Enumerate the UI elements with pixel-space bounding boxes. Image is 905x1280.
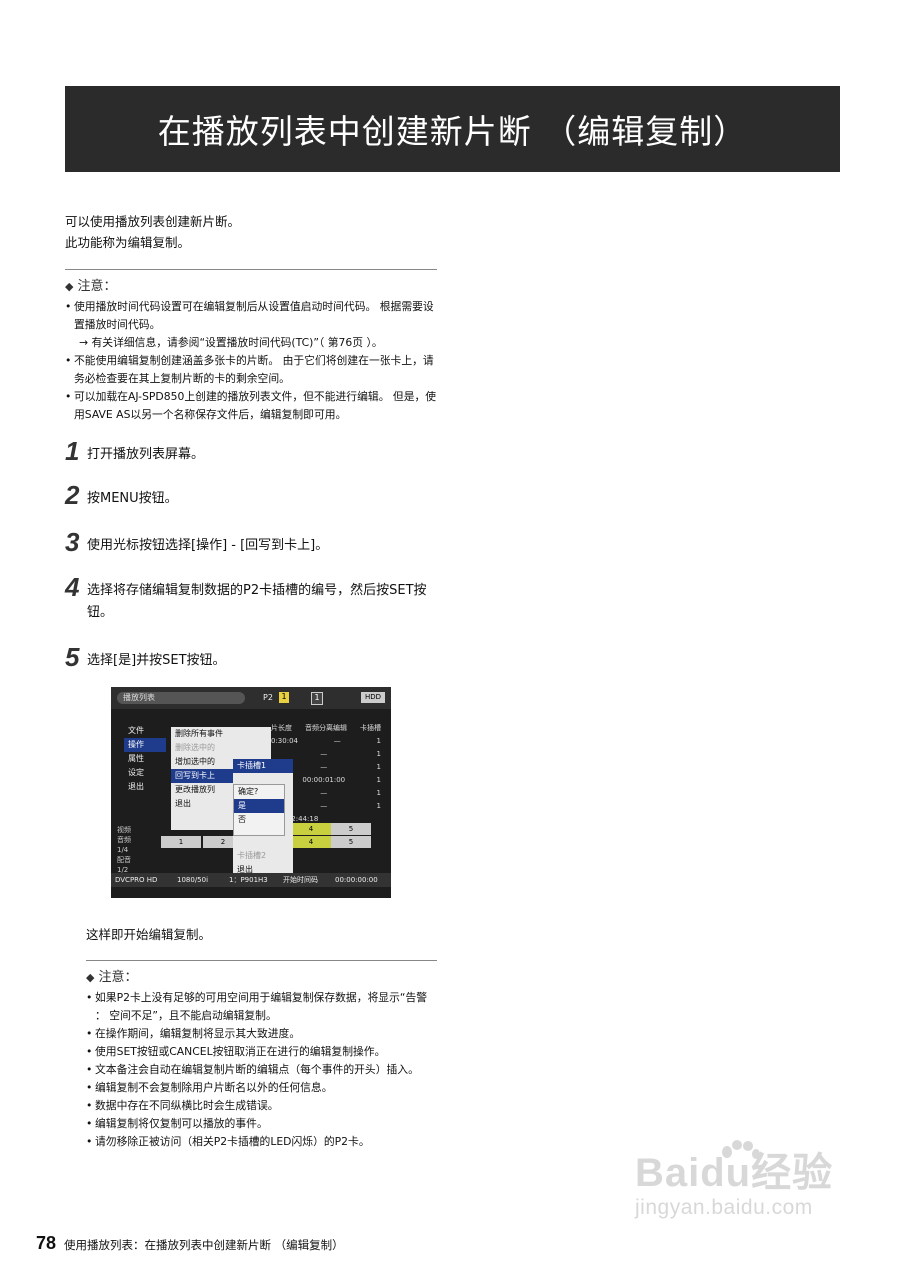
- paw-icon: [722, 1140, 760, 1159]
- note-heading: 注意：: [77, 279, 117, 294]
- intro-line: 可以使用播放列表创建新片断。: [65, 214, 241, 229]
- menu-item[interactable]: 退出: [124, 780, 166, 794]
- hdd-indicator: HDD: [361, 692, 385, 703]
- note-item: 文本备注会自动在编辑复制片断的编辑点（每个事件的开头）插入。: [86, 1061, 437, 1079]
- p2-label: P2: [263, 693, 273, 702]
- baidu-watermark: Baidu经验 jingyan.baidu.com: [635, 1140, 833, 1220]
- intro: 可以使用播放列表创建新片断。 此功能称为编辑复制。: [65, 211, 240, 253]
- diamond-icon: ◆: [86, 971, 95, 984]
- confirm-prompt: 确定?: [238, 787, 259, 796]
- note-box: ◆注意： 如果P2卡上没有足够的可用空间用于编辑复制保存数据，将显示“告警 ： …: [86, 960, 437, 1151]
- menu-item[interactable]: 删除所有事件: [171, 727, 271, 741]
- menu-item[interactable]: 删除选中的: [171, 741, 271, 755]
- yes-option[interactable]: 是: [234, 799, 284, 813]
- track-labels: 视频 音频 1/4 配音 1/2: [117, 826, 131, 874]
- note-item: 编辑复制将仅复制可以播放的事件。: [86, 1115, 437, 1133]
- page-footer: 78 使用播放列表：在播放列表中创建新片断 （编辑复制）: [36, 1233, 344, 1254]
- note-item: 如果P2卡上没有足够的可用空间用于编辑复制保存数据，将显示“告警 ： 空间不足”…: [86, 989, 437, 1025]
- note-heading: 注意：: [98, 970, 138, 985]
- note-item: 使用播放时间代码设置可在编辑复制后从设置值启动时间代码。 根据需要设置播放时间代…: [65, 298, 437, 352]
- table-row: 片长度 音频分离编辑 卡插槽: [271, 724, 381, 732]
- cross-reference-link[interactable]: → 有关详细信息，请参阅“设置播放时间代码(TC)”（ 第76页 ）。: [74, 334, 437, 352]
- step-2: 2 按MENU按钮。: [65, 480, 178, 510]
- note-item: 在操作期间，编辑复制将显示其大致进度。: [86, 1025, 437, 1043]
- note-item: 数据中存在不同纵横比时会生成错误。: [86, 1097, 437, 1115]
- confirm-dialog: 确定? 是 否: [233, 784, 285, 836]
- menu-item[interactable]: 属性: [124, 752, 166, 766]
- menu-item[interactable]: 操作: [124, 738, 166, 752]
- screen-tab: 播放列表: [117, 692, 245, 704]
- diamond-icon: ◆: [65, 280, 74, 293]
- step-1: 1 打开播放列表屏幕。: [65, 436, 205, 466]
- result-text: 这样即开始编辑复制。: [86, 927, 212, 942]
- note-item: 不能使用编辑复制创建涵盖多张卡的片断。 由于它们将创建在一张卡上，请务必检查要在…: [65, 352, 437, 388]
- menu-item[interactable]: 卡插槽1: [233, 759, 293, 773]
- intro-line: 此功能称为编辑复制。: [65, 235, 191, 250]
- table-row: 0:30:04—1: [271, 737, 381, 745]
- note-item: 可以加载在AJ-SPD850上创建的播放列表文件，但不能进行编辑。 但是，使用S…: [65, 388, 437, 424]
- step-3: 3 使用光标按钮选择[操作] - [回写到卡上]。: [65, 527, 329, 557]
- slot-1-indicator: 1: [279, 692, 289, 703]
- title-bar: 在播放列表中创建新片断 （编辑复制）: [65, 86, 840, 172]
- no-option[interactable]: 否: [234, 813, 284, 827]
- note-item: 编辑复制不会复制除用户片断名以外的任何信息。: [86, 1079, 437, 1097]
- playlist-screen-screenshot: 播放列表 P2 1 1 HDD 片长度 音频分离编辑 卡插槽 0:30:04—1 —…: [111, 687, 391, 898]
- watermark-url: jingyan.baidu.com: [635, 1196, 813, 1219]
- note-item: 使用SET按钮或CANCEL按钮取消正在进行的编辑复制操作。: [86, 1043, 437, 1061]
- slot-2-indicator: 1: [311, 692, 323, 705]
- status-bar: DVCPRO HD 1080/50i 1：P901H3 开始时间码 00:00:…: [111, 873, 391, 887]
- step-5: 5 选择[是]并按SET按钮。: [65, 642, 226, 672]
- note-box: ◆注意： 使用播放时间代码设置可在编辑复制后从设置值启动时间代码。 根据需要设置…: [65, 269, 437, 424]
- step-4: 4 选择将存储编辑复制数据的P2卡插槽的编号，然后按SET按钮。: [65, 572, 427, 620]
- page-title: 在播放列表中创建新片断 （编辑复制）: [157, 112, 748, 151]
- main-menu: 文件 操作 属性 设定 退出: [124, 724, 166, 804]
- footer-text: 使用播放列表：在播放列表中创建新片断 （编辑复制）: [64, 1238, 344, 1252]
- menu-item[interactable]: 文件: [124, 724, 166, 738]
- note-item: 请勿移除正被访问（相关P2卡插槽的LED闪烁）的P2卡。: [86, 1133, 437, 1151]
- page-number: 78: [36, 1233, 57, 1253]
- menu-item[interactable]: 卡插槽2: [233, 849, 293, 863]
- menu-item[interactable]: 设定: [124, 766, 166, 780]
